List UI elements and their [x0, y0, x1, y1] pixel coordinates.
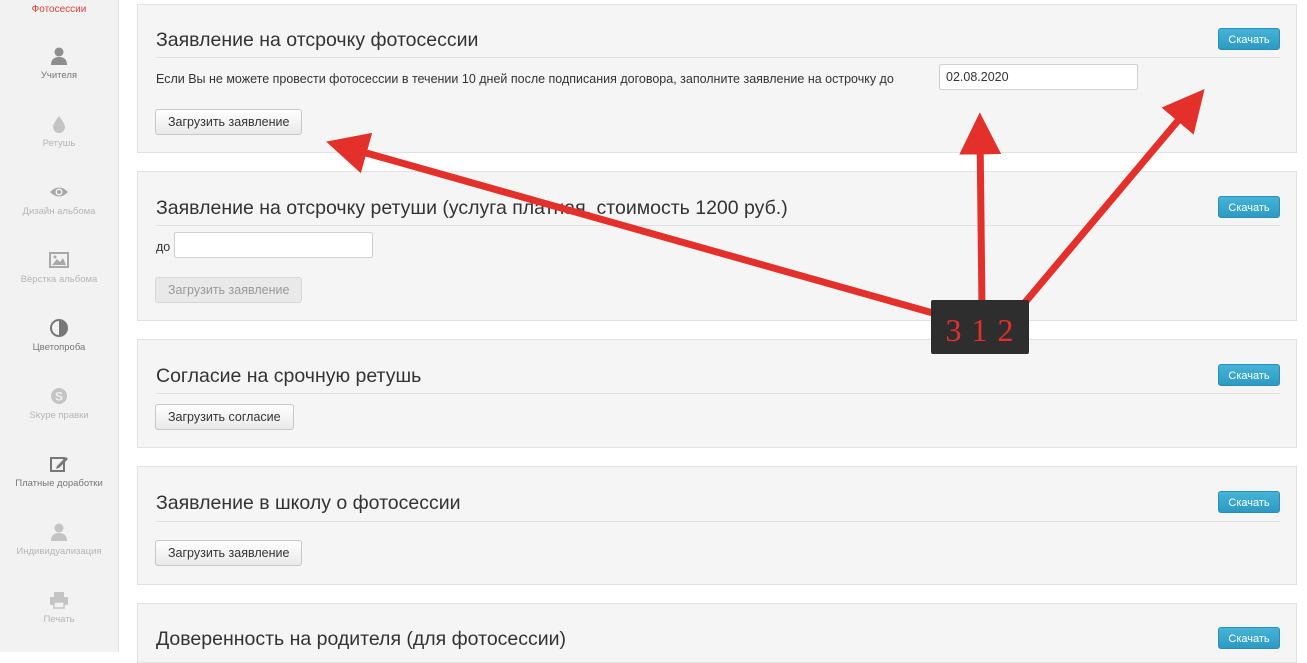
sidebar-item-color-proof[interactable]: Цветопроба: [0, 318, 118, 353]
upload-button[interactable]: Загрузить заявление: [155, 277, 303, 303]
sidebar: Фотосессии Учителя Ретушь Дизайн альбома…: [0, 0, 119, 652]
upload-button[interactable]: Загрузить согласие: [155, 404, 294, 430]
sidebar-item-label: Цветопроба: [32, 342, 86, 353]
sidebar-item-label: Учителя: [40, 70, 78, 81]
sidebar-item-label: Индивидуализация: [16, 546, 102, 557]
download-button[interactable]: Скачать: [1218, 491, 1280, 513]
skype-icon: S: [51, 388, 67, 404]
download-button[interactable]: Скачать: [1218, 627, 1280, 649]
sidebar-item-skype[interactable]: S Skype правки: [0, 386, 118, 421]
sidebar-item-print[interactable]: Печать: [0, 590, 118, 625]
panel-parent-proxy: Доверенность на родителя (для фотосессии…: [137, 603, 1297, 663]
sidebar-item-photosessions[interactable]: Фотосессии: [0, 4, 118, 15]
upload-button[interactable]: Загрузить заявление: [155, 540, 303, 566]
panel-title: Доверенность на родителя (для фотосессии…: [156, 628, 567, 650]
download-button[interactable]: Скачать: [1218, 196, 1280, 218]
download-button[interactable]: Скачать: [1218, 28, 1280, 50]
contrast-icon: [50, 319, 68, 337]
svg-text:S: S: [55, 390, 63, 404]
print-icon: [50, 592, 68, 609]
drop-icon: [53, 116, 65, 133]
download-button[interactable]: Скачать: [1218, 364, 1280, 386]
field-label: до: [156, 240, 171, 254]
date-input[interactable]: [174, 232, 373, 258]
sidebar-item-label: Платные доработки: [15, 478, 103, 489]
sidebar-item-paid-work[interactable]: Платные доработки: [0, 454, 118, 489]
panel-title: Заявление в школу о фотосессии: [156, 492, 461, 514]
panel-retouch-postpone: Заявление на отсрочку ретуши (услуга пла…: [137, 171, 1297, 321]
panel-school-statement: Заявление в школу о фотосессии Скачать З…: [137, 466, 1297, 585]
sidebar-item-label: Дизайн альбома: [22, 206, 96, 217]
eye-icon: [50, 187, 68, 197]
sidebar-item-teachers[interactable]: Учителя: [0, 46, 118, 81]
user-icon: [51, 523, 67, 541]
divider: [156, 521, 1280, 522]
annotation-callout: 3 1 2: [931, 300, 1029, 354]
panel-title: Согласие на срочную ретушь: [156, 365, 422, 387]
panel-title: Заявление на отсрочку фотосессии: [156, 29, 479, 51]
user-icon: [51, 47, 67, 65]
sidebar-item-label: Skype правки: [29, 410, 89, 421]
image-icon: [49, 252, 69, 268]
sidebar-item-label: Печать: [43, 614, 75, 625]
divider: [156, 393, 1280, 394]
panel-urgent-retouch: Согласие на срочную ретушь Скачать Загру…: [137, 339, 1297, 448]
panel-title: Заявление на отсрочку ретуши (услуга пла…: [156, 197, 788, 219]
panel-photosession-postpone: Заявление на отсрочку фотосессии Скачать…: [137, 4, 1297, 153]
date-input[interactable]: [939, 64, 1138, 90]
sidebar-item-label: Ретушь: [42, 138, 76, 149]
sidebar-item-album-design[interactable]: Дизайн альбома: [0, 182, 118, 217]
sidebar-item-retouch[interactable]: Ретушь: [0, 114, 118, 149]
edit-icon: [50, 457, 68, 472]
sidebar-item-label: Вёрстка альбома: [20, 274, 98, 285]
upload-button[interactable]: Загрузить заявление: [155, 109, 303, 135]
sidebar-item-album-layout[interactable]: Вёрстка альбома: [0, 250, 118, 285]
divider: [156, 225, 1280, 226]
sidebar-item-individualization[interactable]: Индивидуализация: [0, 522, 118, 557]
panel-description: Если Вы не можете провести фотосессии в …: [156, 72, 894, 86]
divider: [156, 57, 1280, 58]
